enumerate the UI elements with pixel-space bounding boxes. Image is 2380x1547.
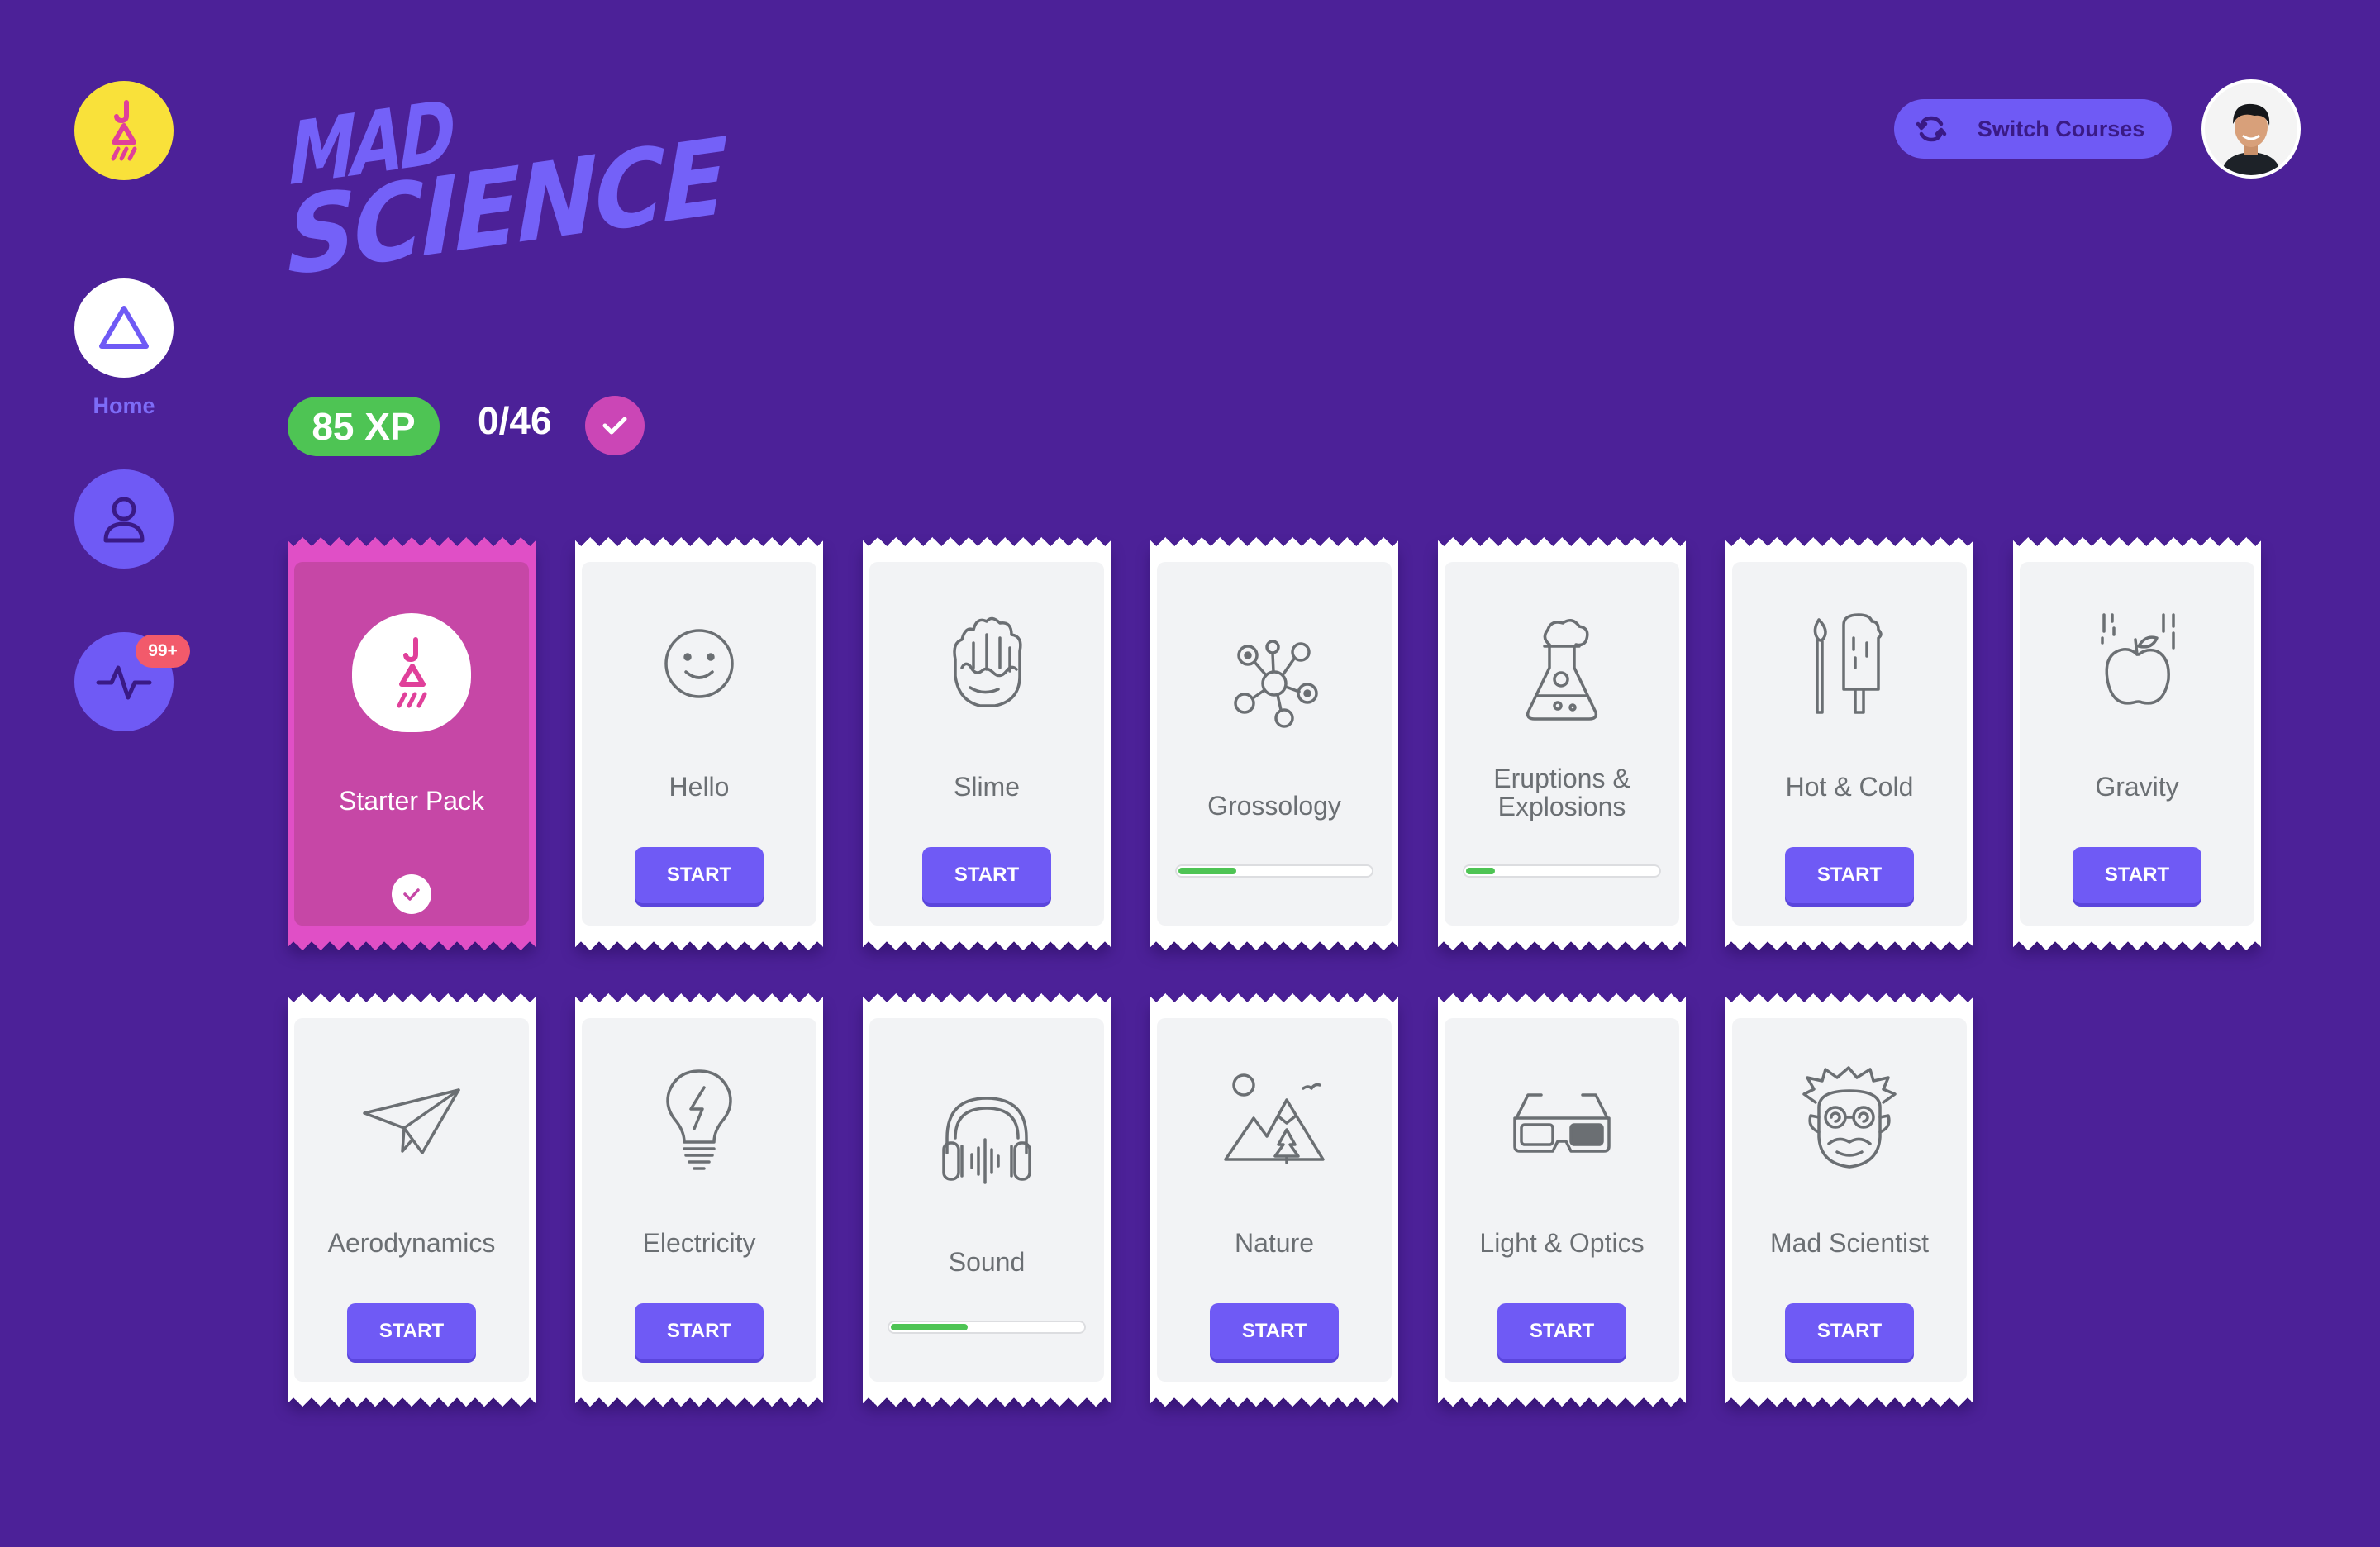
start-button[interactable]: START bbox=[347, 1303, 476, 1359]
xp-badge: 85 XP bbox=[288, 397, 440, 456]
switch-courses-label: Switch Courses bbox=[1977, 116, 2145, 141]
germ-icon bbox=[1221, 630, 1328, 737]
course-card-gravity[interactable]: Gravity START bbox=[2013, 537, 2261, 950]
start-button[interactable]: START bbox=[635, 1303, 764, 1359]
lessons-completed-count: 0/46 bbox=[478, 399, 552, 442]
card-label: Gravity bbox=[2095, 772, 2179, 802]
progress-fill bbox=[1178, 868, 1236, 874]
app-logo-icon bbox=[111, 98, 137, 161]
start-button[interactable]: START bbox=[2073, 847, 2202, 903]
smiley-icon bbox=[645, 610, 753, 717]
card-label: Eruptions & Explosions bbox=[1493, 764, 1630, 821]
swap-arrows-icon bbox=[1916, 116, 1946, 142]
card-label: Grossology bbox=[1207, 791, 1341, 821]
card-label: Hello bbox=[669, 772, 730, 802]
pulse-icon bbox=[96, 665, 152, 700]
course-card-light-optics[interactable]: Light & Optics START bbox=[1438, 993, 1686, 1407]
match-popsicle-icon bbox=[1796, 610, 1903, 717]
user-icon bbox=[103, 497, 145, 543]
card-label: Slime bbox=[953, 772, 1020, 802]
triangle-icon bbox=[99, 306, 149, 349]
course-card-electricity[interactable]: Electricity START bbox=[575, 993, 823, 1407]
progress-fill bbox=[891, 1324, 968, 1330]
card-label: Aerodynamics bbox=[327, 1228, 496, 1258]
card-label: Starter Pack bbox=[338, 786, 485, 816]
course-card-sound[interactable]: Sound bbox=[863, 993, 1111, 1407]
light-bulb-icon bbox=[645, 1066, 753, 1173]
course-progress-bar bbox=[888, 1321, 1086, 1334]
card-label: Hot & Cold bbox=[1785, 772, 1914, 802]
start-button[interactable]: START bbox=[1785, 1303, 1914, 1359]
mad-scientist-icon bbox=[1796, 1066, 1903, 1173]
starter-logo-icon bbox=[352, 613, 471, 732]
completed-check-badge bbox=[585, 396, 645, 455]
start-button[interactable]: START bbox=[922, 847, 1051, 903]
card-label: Electricity bbox=[642, 1228, 756, 1258]
start-button[interactable]: START bbox=[1210, 1303, 1339, 1359]
start-button[interactable]: START bbox=[1497, 1303, 1626, 1359]
3d-glasses-icon bbox=[1508, 1066, 1616, 1173]
card-label: Sound bbox=[948, 1247, 1026, 1277]
card-label: Nature bbox=[1234, 1228, 1315, 1258]
course-card-slime[interactable]: Slime START bbox=[863, 537, 1111, 950]
course-card-mad-scientist[interactable]: Mad Scientist START bbox=[1726, 993, 1973, 1407]
switch-courses-button[interactable]: Switch Courses bbox=[1894, 99, 2172, 159]
paper-plane-icon bbox=[358, 1066, 465, 1173]
avatar-photo bbox=[2205, 83, 2297, 175]
course-card-eruptions-explosions[interactable]: Eruptions & Explosions bbox=[1438, 537, 1686, 950]
mountain-icon bbox=[1221, 1066, 1328, 1173]
course-card-nature[interactable]: Nature START bbox=[1150, 993, 1398, 1407]
falling-apple-icon bbox=[2083, 610, 2191, 717]
start-button[interactable]: START bbox=[635, 847, 764, 903]
slime-hand-icon bbox=[933, 610, 1040, 717]
course-card-grossology[interactable]: Grossology bbox=[1150, 537, 1398, 950]
course-card-hot-cold[interactable]: Hot & Cold START bbox=[1726, 537, 1973, 950]
card-label: Light & Optics bbox=[1479, 1228, 1645, 1258]
start-button[interactable]: START bbox=[1785, 847, 1914, 903]
course-card-aerodynamics[interactable]: Aerodynamics START bbox=[288, 993, 536, 1407]
notification-badge: 99+ bbox=[136, 635, 190, 668]
course-progress-bar bbox=[1175, 864, 1373, 878]
course-card-starter-pack[interactable]: Starter Pack bbox=[288, 537, 536, 950]
user-avatar[interactable] bbox=[2202, 79, 2301, 178]
progress-fill bbox=[1466, 868, 1495, 874]
sidebar-home-label: Home bbox=[93, 393, 155, 418]
course-progress-bar bbox=[1463, 864, 1661, 878]
sidebar-home-button[interactable] bbox=[74, 278, 174, 378]
completed-check-icon bbox=[392, 874, 431, 914]
sidebar-profile-button[interactable] bbox=[74, 469, 174, 569]
flask-icon bbox=[1508, 616, 1616, 724]
course-card-hello[interactable]: Hello START bbox=[575, 537, 823, 950]
headphones-icon bbox=[933, 1086, 1040, 1193]
app-logo-button[interactable] bbox=[74, 81, 174, 180]
card-label: Mad Scientist bbox=[1769, 1228, 1930, 1258]
checkmark-icon bbox=[602, 416, 627, 435]
